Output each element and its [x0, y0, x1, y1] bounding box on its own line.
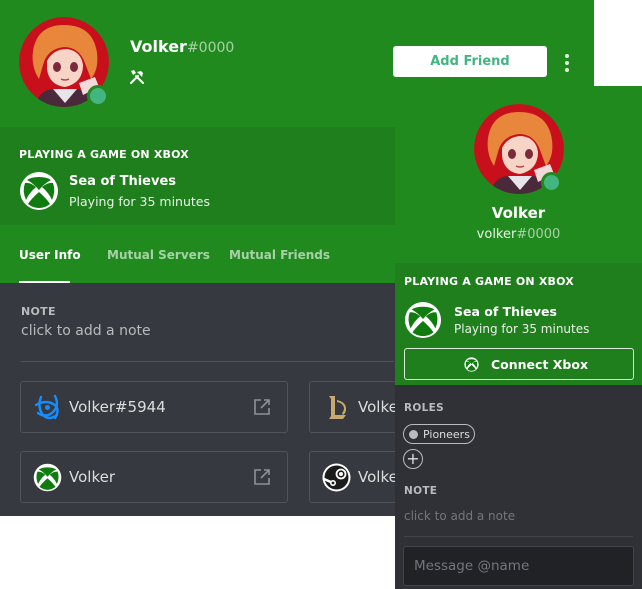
roles-label: ROLES [404, 402, 444, 414]
role-pill[interactable]: Pioneers [403, 424, 475, 444]
steam-icon [322, 463, 351, 492]
popout-activity-title: PLAYING A GAME ON XBOX [404, 275, 574, 288]
league-of-legends-icon [322, 393, 351, 422]
note-input[interactable]: click to add a note [21, 323, 151, 339]
game-name: Sea of Thieves [69, 174, 177, 189]
connection-xbox: Volker [20, 451, 288, 503]
connection-name: Volker#5944 [69, 398, 166, 416]
popout-display-name: Volker [491, 204, 546, 222]
xbox-icon [404, 301, 442, 339]
popout-tag-name: volker [476, 227, 517, 242]
role-name: Pioneers [423, 428, 470, 441]
discriminator-text: #0000 [186, 40, 235, 56]
tab-mutual-servers[interactable]: Mutual Servers [107, 248, 210, 262]
external-link-icon[interactable] [253, 468, 271, 486]
tab-user-info[interactable]: User Info [19, 248, 81, 262]
username-text: Volker [130, 37, 187, 56]
game-elapsed-time: Playing for 35 minutes [69, 194, 211, 209]
connect-xbox-label: Connect Xbox [491, 357, 589, 372]
connection-name: Volker [69, 468, 115, 486]
user-popout: Volker volker#0000 PLAYING A GAME ON XBO… [395, 86, 642, 589]
add-role-button[interactable]: + [403, 449, 423, 469]
xbox-icon [464, 357, 479, 372]
battlenet-icon [33, 393, 62, 422]
popout-note-input[interactable]: click to add a note [404, 509, 515, 523]
external-link-icon[interactable] [253, 398, 271, 416]
online-status-indicator [87, 85, 109, 107]
profile-username: Volker#0000 [130, 37, 234, 56]
connect-xbox-button[interactable]: Connect Xbox [404, 348, 634, 380]
active-tab-indicator [19, 281, 70, 283]
xbox-icon [33, 463, 62, 492]
popout-game-name: Sea of Thieves [454, 304, 557, 319]
role-color-dot[interactable] [409, 430, 418, 439]
section-divider [21, 361, 394, 362]
kebab-menu-icon[interactable] [561, 52, 573, 72]
connection-battlenet: Volker#5944 [20, 381, 288, 433]
popout-game-elapsed-time: Playing for 35 minutes [454, 322, 590, 336]
popout-tag-discriminator: #0000 [516, 227, 561, 242]
hammer-wrench-icon[interactable] [128, 68, 146, 86]
xbox-icon [19, 171, 59, 211]
activity-title: PLAYING A GAME ON XBOX [19, 148, 189, 161]
online-status-indicator [541, 172, 562, 193]
tab-mutual-friends[interactable]: Mutual Friends [229, 248, 330, 262]
popout-username-tag: volker#0000 [395, 227, 642, 242]
message-input[interactable] [403, 546, 634, 586]
popout-divider [404, 536, 633, 537]
note-label: NOTE [21, 305, 56, 318]
add-friend-button[interactable]: Add Friend [393, 46, 547, 77]
popout-note-label: NOTE [404, 485, 438, 497]
